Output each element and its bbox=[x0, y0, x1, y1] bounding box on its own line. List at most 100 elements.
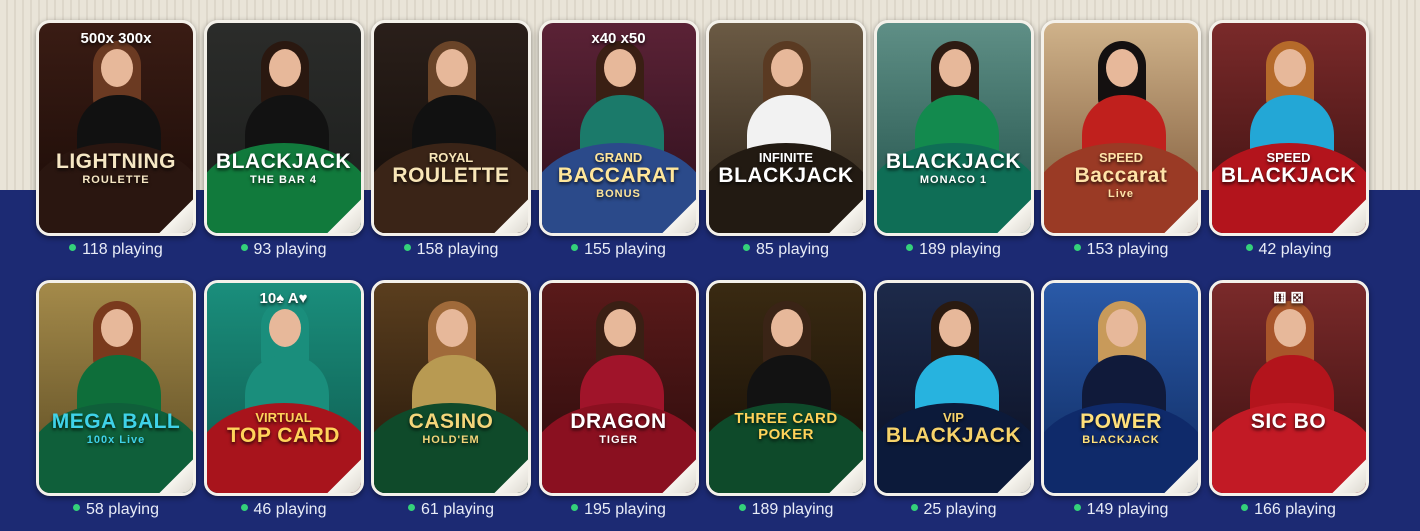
game-tile[interactable]: 10♠ A♥ VIRTUAL TOP CARD 46 playing bbox=[203, 280, 364, 518]
game-title-main: BLACKJACK bbox=[885, 150, 1022, 173]
dealer-face bbox=[771, 309, 803, 347]
game-card[interactable]: ROYAL ROULETTE bbox=[371, 20, 531, 236]
online-dot-icon bbox=[408, 504, 416, 512]
dealer-face bbox=[603, 309, 636, 347]
game-card[interactable]: SPEED BLACKJACK bbox=[1208, 20, 1369, 236]
game-title: VIRTUAL TOP CARD bbox=[211, 411, 357, 447]
online-dot-icon bbox=[571, 504, 579, 512]
game-tile[interactable]: VIP BLACKJACK 25 playing bbox=[873, 280, 1034, 518]
game-title: BLACKJACK THE BAR 4 bbox=[211, 150, 357, 187]
game-title: INFINITE BLACKJACK bbox=[713, 151, 859, 187]
online-dot-icon bbox=[403, 244, 411, 252]
player-count: 153 playing bbox=[1041, 241, 1201, 259]
game-title-main: TOP CARD bbox=[227, 423, 340, 447]
online-dot-icon bbox=[1245, 244, 1253, 252]
game-tile[interactable]: x40 x50 GRAND BACCARAT BONUS 155 playing bbox=[538, 20, 699, 258]
dealer-face bbox=[938, 309, 971, 347]
game-title: VIP BLACKJACK bbox=[881, 411, 1027, 447]
dealer-face bbox=[436, 309, 468, 347]
game-tile[interactable]: ⚅ ⚄ SIC BO 166 playing bbox=[1208, 280, 1369, 518]
player-count: 25 playing bbox=[874, 501, 1034, 519]
game-tile[interactable]: SPEED Baccarat Live 153 playing bbox=[1041, 20, 1201, 258]
game-extra-label: x40 x50 bbox=[591, 30, 646, 47]
game-title-subtitle: TIGER bbox=[599, 434, 638, 447]
game-title-subtitle: THE BAR 4 bbox=[249, 174, 318, 187]
game-title-main: BLACKJACK bbox=[885, 423, 1022, 447]
player-count: 93 playing bbox=[204, 241, 364, 259]
game-tile[interactable]: MEGA BALL 100x Live 58 playing bbox=[36, 280, 196, 518]
game-card[interactable]: ⚅ ⚄ SIC BO bbox=[1208, 280, 1369, 496]
online-dot-icon bbox=[571, 244, 579, 252]
player-count: 149 playing bbox=[1041, 501, 1201, 519]
game-title: DRAGON TIGER bbox=[546, 410, 692, 447]
player-count-label: 166 playing bbox=[1254, 501, 1336, 518]
player-count: 189 playing bbox=[874, 241, 1034, 259]
player-count: 195 playing bbox=[539, 501, 699, 519]
dealer-face bbox=[1106, 49, 1138, 87]
game-tile[interactable]: 500x 300x LIGHTNING ROULETTE 118 playing bbox=[36, 20, 196, 258]
game-grid: 500x 300x LIGHTNING ROULETTE 118 playing BLA… bbox=[0, 0, 1420, 531]
game-card[interactable]: BLACKJACK MONACO 1 bbox=[873, 20, 1034, 236]
game-card[interactable]: INFINITE BLACKJACK bbox=[706, 20, 866, 236]
game-tile[interactable]: BLACKJACK THE BAR 4 93 playing bbox=[203, 20, 364, 258]
game-title: SIC BO bbox=[1216, 410, 1362, 433]
game-title: THREE CARD POKER bbox=[713, 411, 859, 443]
game-card[interactable]: POWER BLACKJACK bbox=[1041, 280, 1201, 496]
game-title-prefix: INFINITE bbox=[758, 150, 814, 165]
game-tile[interactable]: INFINITE BLACKJACK 85 playing bbox=[706, 20, 866, 258]
game-title-main: BLACKJACK bbox=[215, 150, 352, 173]
player-count-label: 85 playing bbox=[756, 241, 829, 258]
player-count: 166 playing bbox=[1209, 501, 1369, 519]
dealer-face bbox=[101, 49, 133, 87]
player-count: 61 playing bbox=[371, 501, 531, 519]
player-count: 58 playing bbox=[36, 501, 196, 519]
game-title-prefix: SPEED bbox=[1266, 150, 1311, 165]
game-title-main: Baccarat bbox=[1074, 163, 1168, 187]
dealer-face bbox=[268, 49, 301, 87]
game-card[interactable]: SPEED Baccarat Live bbox=[1041, 20, 1201, 236]
online-dot-icon bbox=[69, 244, 77, 252]
game-tile[interactable]: THREE CARD POKER 189 playing bbox=[706, 280, 866, 518]
game-tile[interactable]: BLACKJACK MONACO 1 189 playing bbox=[873, 20, 1034, 258]
game-card[interactable]: MEGA BALL 100x Live bbox=[36, 280, 196, 496]
game-extra-label: ⚅ ⚄ bbox=[1273, 290, 1304, 307]
player-count-label: 189 playing bbox=[751, 501, 834, 518]
game-card[interactable]: 500x 300x LIGHTNING ROULETTE bbox=[36, 20, 196, 236]
game-title-subtitle: HOLD'EM bbox=[422, 434, 480, 447]
game-card[interactable]: 10♠ A♥ VIRTUAL TOP CARD bbox=[203, 280, 364, 496]
game-title-prefix: GRAND bbox=[594, 150, 643, 165]
game-title-subtitle: BLACKJACK bbox=[1082, 434, 1160, 447]
game-card[interactable]: VIP BLACKJACK bbox=[873, 280, 1034, 496]
game-tile[interactable]: DRAGON TIGER 195 playing bbox=[538, 280, 699, 518]
game-title-main: LIGHTNING bbox=[56, 150, 176, 173]
game-title-prefix: VIP bbox=[943, 410, 964, 425]
online-dot-icon bbox=[906, 244, 914, 252]
game-card[interactable]: BLACKJACK THE BAR 4 bbox=[203, 20, 364, 236]
game-extra-label: 500x 300x bbox=[80, 30, 152, 47]
game-card[interactable]: THREE CARD POKER bbox=[706, 280, 866, 496]
game-tile[interactable]: CASINO HOLD'EM 61 playing bbox=[371, 280, 531, 518]
player-count: 189 playing bbox=[706, 501, 866, 519]
game-tile[interactable]: SPEED BLACKJACK 42 playing bbox=[1208, 20, 1369, 258]
online-dot-icon bbox=[240, 244, 248, 252]
player-count: 46 playing bbox=[204, 501, 364, 519]
player-count-label: 195 playing bbox=[584, 501, 666, 518]
game-title: POWER BLACKJACK bbox=[1048, 410, 1194, 447]
game-card[interactable]: x40 x50 GRAND BACCARAT BONUS bbox=[538, 20, 699, 236]
game-title-subtitle: Live bbox=[1107, 187, 1134, 200]
game-tile[interactable]: ROYAL ROULETTE 158 playing bbox=[371, 20, 531, 258]
game-tile[interactable]: POWER BLACKJACK 149 playing bbox=[1041, 280, 1201, 518]
player-count-label: 155 playing bbox=[584, 241, 666, 258]
game-card[interactable]: CASINO HOLD'EM bbox=[371, 280, 531, 496]
game-card[interactable]: DRAGON TIGER bbox=[538, 280, 699, 496]
online-dot-icon bbox=[1241, 504, 1249, 512]
online-dot-icon bbox=[240, 504, 248, 512]
game-title: SPEED BLACKJACK bbox=[1216, 151, 1362, 187]
player-count: 158 playing bbox=[371, 241, 531, 259]
game-title-main: ROULETTE bbox=[392, 163, 510, 187]
player-count: 118 playing bbox=[36, 241, 196, 259]
game-title-prefix: VIRTUAL bbox=[255, 410, 312, 425]
online-dot-icon bbox=[1073, 504, 1081, 512]
game-title-main: BLACKJACK bbox=[1220, 163, 1357, 187]
player-count-label: 25 playing bbox=[923, 501, 997, 518]
